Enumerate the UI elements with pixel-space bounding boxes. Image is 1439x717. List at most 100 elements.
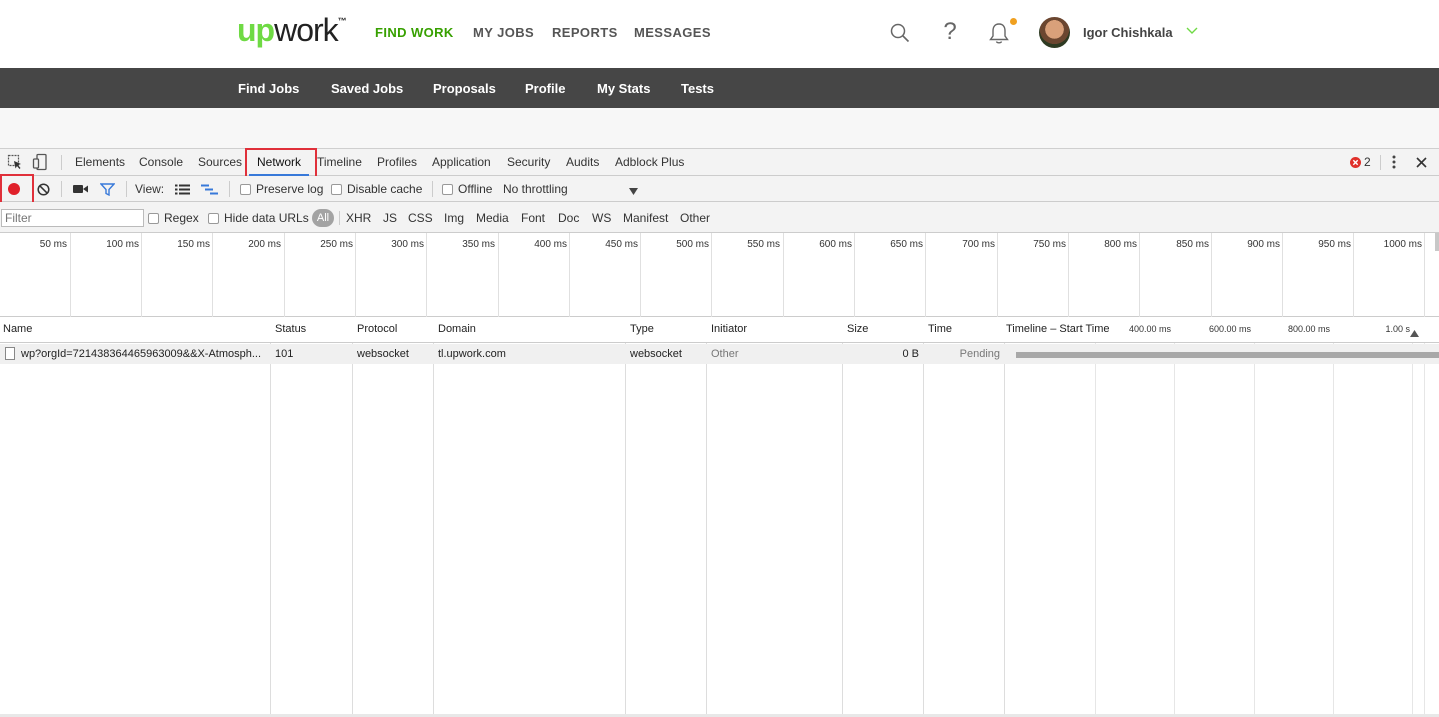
search-icon[interactable] [889, 22, 911, 44]
checkbox-box[interactable] [148, 213, 159, 224]
column-divider [270, 317, 271, 717]
overview-tick-label: 300 ms [391, 239, 424, 250]
checkbox-box[interactable] [442, 184, 453, 195]
hide-data-urls-checkbox[interactable]: Hide data URLs [208, 211, 309, 225]
subnav-my-stats[interactable]: My Stats [597, 81, 650, 96]
tab-profiles[interactable]: Profiles [377, 155, 417, 169]
disable-cache-checkbox[interactable]: Disable cache [331, 182, 422, 196]
nav-messages[interactable]: MESSAGES [634, 25, 711, 40]
table-row[interactable]: wp?orgId=721438364465963009&&X-Atmosph..… [0, 344, 1439, 364]
toolbar-separator [432, 181, 433, 197]
sort-ascending-icon[interactable] [1410, 326, 1419, 340]
column-header-domain[interactable]: Domain [438, 323, 476, 335]
request-size: 0 B [902, 348, 919, 360]
overview-scrollbar[interactable] [1435, 233, 1439, 251]
document-icon [5, 347, 15, 360]
overview-tick-label: 1000 ms [1383, 239, 1422, 250]
nav-reports[interactable]: REPORTS [552, 25, 618, 40]
column-header-time[interactable]: Time [928, 323, 952, 335]
overview-waterfall-icon[interactable] [201, 183, 218, 195]
overview-gridline [1424, 233, 1425, 317]
tab-sources[interactable]: Sources [198, 155, 242, 169]
overview-tick-label: 850 ms [1176, 239, 1209, 250]
filter-js[interactable]: JS [383, 211, 397, 225]
timeline-tick-label: 400.00 ms [1128, 324, 1171, 334]
timeline-gridline [1254, 317, 1255, 717]
column-header-initiator[interactable]: Initiator [711, 323, 747, 335]
subnav-find-jobs[interactable]: Find Jobs [238, 81, 299, 96]
filter-css[interactable]: CSS [408, 211, 433, 225]
filter-input[interactable] [1, 209, 144, 227]
preserve-log-checkbox[interactable]: Preserve log [240, 182, 323, 196]
subnav-saved-jobs[interactable]: Saved Jobs [331, 81, 403, 96]
overview-gridline [854, 233, 855, 317]
filter-font[interactable]: Font [521, 211, 545, 225]
filter-other[interactable]: Other [680, 211, 710, 225]
close-icon[interactable] [1414, 155, 1428, 169]
large-request-rows-icon[interactable] [174, 183, 190, 195]
filter-img[interactable]: Img [444, 211, 464, 225]
regex-checkbox[interactable]: Regex [148, 211, 199, 225]
help-icon[interactable]: ? [940, 18, 960, 45]
filter-manifest[interactable]: Manifest [623, 211, 668, 225]
request-name[interactable]: wp?orgId=721438364465963009&&X-Atmosph..… [21, 348, 261, 360]
throttling-select[interactable]: No throttling [503, 182, 568, 196]
column-header-name[interactable]: Name [3, 323, 32, 335]
devtools-panel: Elements Console Sources Network Timelin… [0, 148, 1439, 717]
toolbar-separator [126, 181, 127, 197]
subnav-tests[interactable]: Tests [681, 81, 714, 96]
tab-application[interactable]: Application [432, 155, 491, 169]
avatar[interactable] [1039, 17, 1070, 48]
column-header-timeline[interactable]: Timeline – Start Time [1006, 323, 1110, 335]
column-header-status[interactable]: Status [275, 323, 306, 335]
filter-icon[interactable] [99, 182, 115, 196]
overview-tick-label: 600 ms [819, 239, 852, 250]
tab-console[interactable]: Console [139, 155, 183, 169]
notification-dot [1010, 18, 1017, 25]
request-domain: tl.upwork.com [438, 348, 506, 360]
capture-screenshots-icon[interactable] [72, 183, 88, 195]
checkbox-box[interactable] [331, 184, 342, 195]
upwork-logo[interactable]: upwork™ [237, 12, 347, 49]
throttling-dropdown-icon[interactable] [629, 184, 638, 198]
filter-media[interactable]: Media [476, 211, 509, 225]
nav-my-jobs[interactable]: MY JOBS [473, 25, 534, 40]
network-overview[interactable]: 50 ms 100 ms 150 ms 200 ms 250 ms 300 ms… [0, 233, 1439, 317]
chevron-down-icon[interactable] [1186, 24, 1198, 38]
error-count[interactable]: 2 [1364, 155, 1371, 169]
tab-security[interactable]: Security [507, 155, 550, 169]
disable-cache-label: Disable cache [347, 182, 423, 196]
error-icon[interactable] [1349, 156, 1361, 168]
overview-gridline [925, 233, 926, 317]
tab-timeline[interactable]: Timeline [317, 155, 362, 169]
tab-adblock-plus[interactable]: Adblock Plus [615, 155, 684, 169]
overview-gridline [212, 233, 213, 317]
timeline-gridline [1095, 317, 1096, 717]
overview-tick-label: 800 ms [1104, 239, 1137, 250]
request-table: Name Status Protocol Domain Type Initiat… [0, 317, 1439, 717]
tab-audits[interactable]: Audits [566, 155, 599, 169]
user-name[interactable]: Igor Chishkala [1083, 25, 1173, 40]
subnav-proposals[interactable]: Proposals [433, 81, 496, 96]
clear-icon[interactable] [36, 182, 50, 196]
filter-all[interactable]: All [312, 209, 334, 227]
column-header-protocol[interactable]: Protocol [357, 323, 397, 335]
device-toolbar-icon[interactable] [32, 153, 50, 171]
more-options-icon[interactable] [1388, 154, 1400, 170]
column-header-type[interactable]: Type [630, 323, 654, 335]
tab-elements[interactable]: Elements [75, 155, 125, 169]
bell-icon[interactable] [988, 21, 1010, 45]
overview-tick-label: 500 ms [676, 239, 709, 250]
filter-doc[interactable]: Doc [558, 211, 579, 225]
filter-xhr[interactable]: XHR [346, 211, 371, 225]
request-initiator: Other [711, 348, 739, 360]
column-header-size[interactable]: Size [847, 323, 868, 335]
checkbox-box[interactable] [240, 184, 251, 195]
overview-tick-label: 700 ms [962, 239, 995, 250]
inspect-element-icon[interactable] [7, 154, 23, 170]
checkbox-box[interactable] [208, 213, 219, 224]
filter-ws[interactable]: WS [592, 211, 611, 225]
nav-find-work[interactable]: FIND WORK [375, 25, 454, 40]
subnav-profile[interactable]: Profile [525, 81, 565, 96]
offline-checkbox[interactable]: Offline [442, 182, 492, 196]
